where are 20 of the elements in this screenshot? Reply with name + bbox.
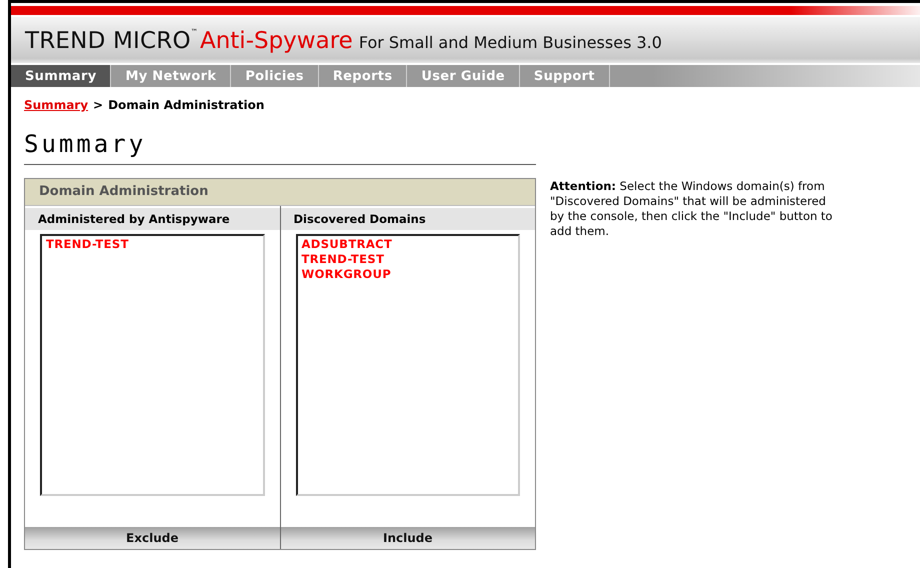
domain-list[interactable]: ADSUBTRACT TREND-TEST WORKGROUP (296, 234, 520, 496)
breadcrumb-separator: > (93, 98, 104, 112)
nav-tab[interactable]: Summary (11, 65, 112, 87)
action-button[interactable]: Exclude (25, 527, 280, 549)
domain-item[interactable]: TREND-TEST (302, 252, 514, 267)
brand-logo: TREND MICRO$^{™}$ (25, 28, 198, 54)
column-heading: Administered by Antispyware (25, 208, 280, 230)
page-title: Summary (24, 130, 148, 158)
panel-title: Domain Administration (25, 179, 535, 206)
product-subtitle: For Small and Medium Businesses 3.0 (358, 33, 662, 54)
domain-item[interactable]: TREND-TEST (46, 237, 258, 252)
action-button[interactable]: Include (280, 527, 535, 549)
attention-note: Attention: Select the Windows domain(s) from "Discovered Domains" that will be administered by the console, then click the "Include" button to add them. (550, 179, 834, 240)
breadcrumb-link[interactable]: Summary (24, 98, 88, 112)
domain-item[interactable]: ADSUBTRACT (302, 237, 514, 252)
domain-list[interactable]: TREND-TEST (40, 234, 264, 496)
breadcrumb-current: Domain Administration (108, 98, 264, 112)
product-name: Anti-Spyware (200, 28, 353, 54)
column-heading: Discovered Domains (280, 208, 535, 230)
domain-item[interactable]: WORKGROUP (302, 267, 514, 282)
